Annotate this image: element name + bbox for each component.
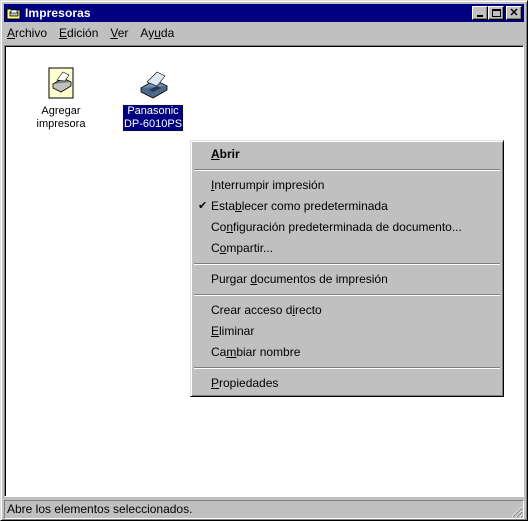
ctx-item-propiedades[interactable]: Propiedades <box>193 373 501 394</box>
maximize-icon <box>491 9 501 17</box>
menu-ver[interactable]: Ver <box>104 26 134 40</box>
menu-ayuda[interactable]: Ayuda <box>134 26 180 40</box>
context-menu: Abrir Interrumpir impresión ✔ Establecer co… <box>190 140 504 397</box>
printers-folder-icon <box>6 8 21 20</box>
ctx-item-establecer-como-predeterminada[interactable]: ✔ Establecer como predeterminada <box>193 196 501 217</box>
ctx-item-crear-acceso-directo[interactable]: Crear acceso directo <box>193 300 501 321</box>
menu-bar: Archivo Edición Ver Ayuda <box>4 23 524 43</box>
maximize-button[interactable] <box>488 6 504 20</box>
close-button[interactable]: ✕ <box>506 6 522 20</box>
ctx-item-abrir[interactable]: Abrir <box>193 144 501 165</box>
ctx-item-compartir[interactable]: Compartir... <box>193 238 501 259</box>
menu-separator <box>194 263 500 265</box>
ctx-item-interrumpir-impresión[interactable]: Interrumpir impresión <box>193 175 501 196</box>
minimize-button[interactable] <box>472 6 488 20</box>
menu-edición[interactable]: Edición <box>53 26 104 40</box>
add-printer-item[interactable]: Agregar impresora <box>23 66 99 131</box>
add-printer-icon <box>48 67 74 99</box>
ctx-item-eliminar[interactable]: Eliminar <box>193 321 501 342</box>
minimize-icon <box>477 15 483 17</box>
ctx-item-configuración-predeterminada-de-documento[interactable]: Configuración predeterminada de document… <box>193 217 501 238</box>
window-title: Impresoras <box>25 6 91 20</box>
ctx-item-purgar-documentos-de-impresión[interactable]: Purgar documentos de impresión <box>193 269 501 290</box>
status-text: Abre los elementos seleccionados. <box>4 500 524 519</box>
close-icon: ✕ <box>509 6 519 19</box>
printer-label: Panasonic DP-6010PS <box>121 104 185 132</box>
resize-grip-icon[interactable] <box>510 505 523 518</box>
printer-icon <box>140 71 168 99</box>
add-printer-label: Agregar impresora <box>36 105 86 130</box>
status-bar: Abre los elementos seleccionados. <box>4 500 524 519</box>
printer-item-panasonic[interactable]: Panasonic DP-6010PS <box>115 66 191 132</box>
menu-archivo[interactable]: Archivo <box>4 26 53 40</box>
checkmark-icon: ✔ <box>198 200 208 212</box>
menu-separator <box>194 367 500 369</box>
menu-separator <box>194 169 500 171</box>
title-bar[interactable]: Impresoras ✕ <box>4 4 524 22</box>
ctx-item-cambiar-nombre[interactable]: Cambiar nombre <box>193 342 501 363</box>
menu-separator <box>194 294 500 296</box>
